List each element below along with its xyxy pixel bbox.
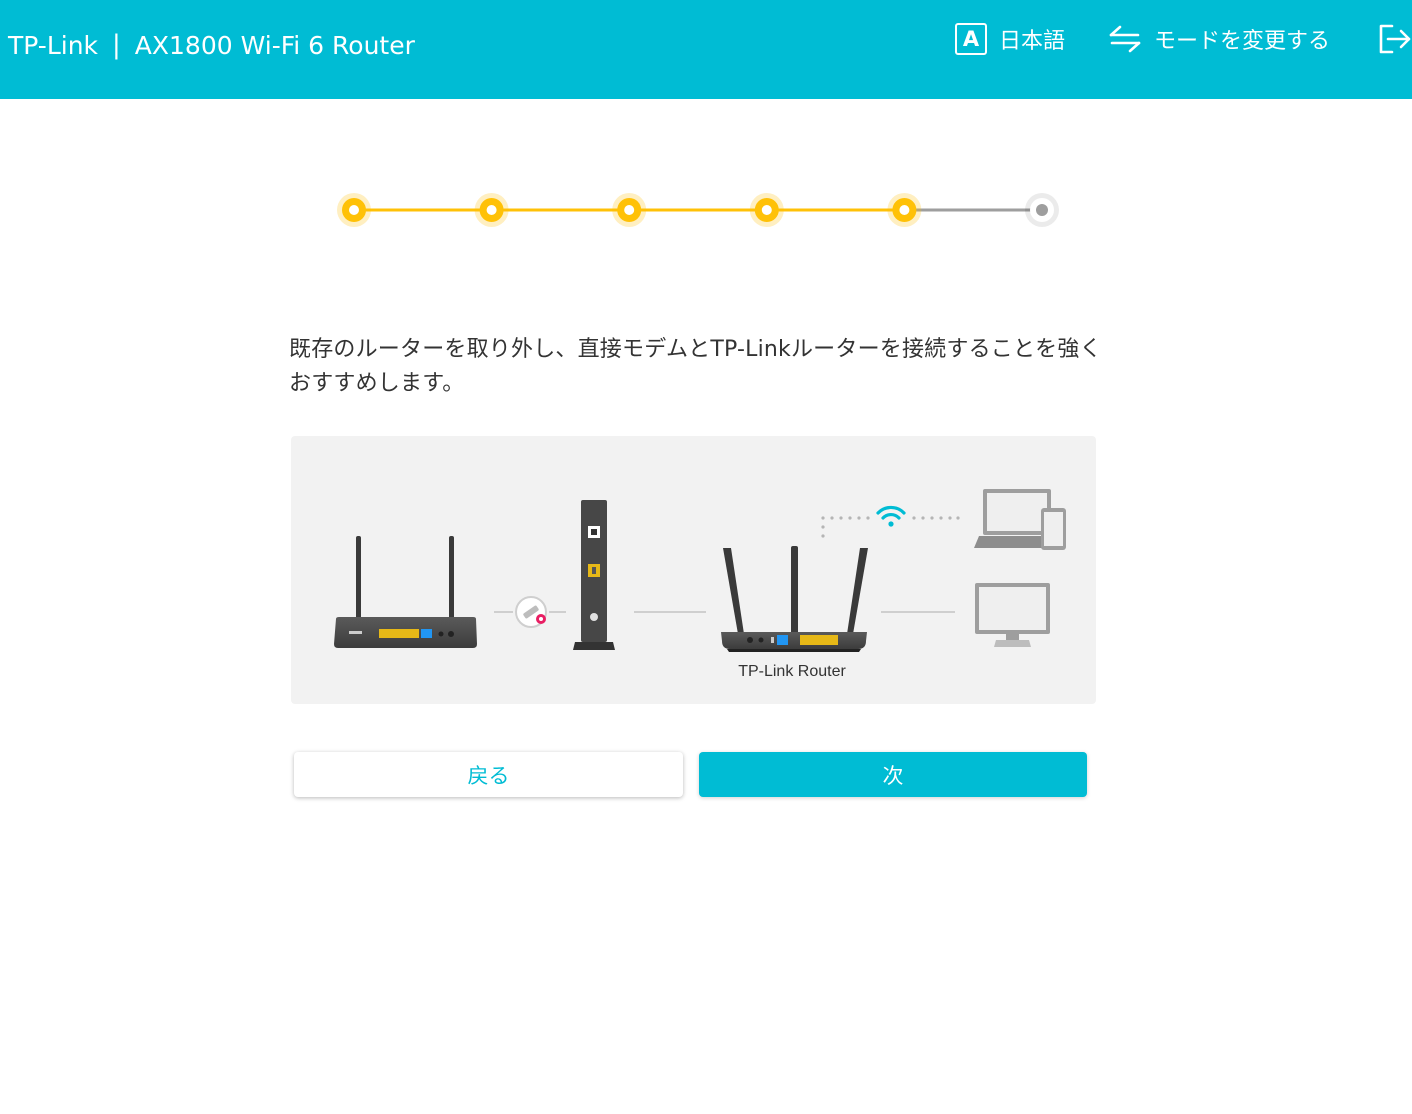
wifi-icon (876, 505, 906, 527)
top-header: TP-Link | AX1800 Wi-Fi 6 Router A 日本語 モー… (0, 0, 1412, 99)
swap-icon (1109, 25, 1141, 53)
brand-separator: | (112, 30, 121, 60)
old-router-icon (334, 536, 477, 648)
brand-title: TP-Link | AX1800 Wi-Fi 6 Router (8, 28, 415, 62)
change-mode-label: モードを変更する (1154, 29, 1331, 54)
step-complete (474, 193, 509, 227)
brand-name: TP-Link (8, 30, 99, 60)
back-button[interactable]: 戻る (294, 752, 683, 797)
language-selector[interactable]: A 日本語 (955, 20, 1065, 58)
instruction-message: 既存のルーターを取り外し、直接モデムとTP-Linkルーターを接続することを強く… (289, 337, 1102, 396)
connection-diagram: TP-Link Router (291, 436, 1096, 704)
modem-icon (573, 500, 615, 650)
step-complete (749, 193, 784, 227)
tp-link-router-label: TP-Link Router (738, 663, 846, 680)
language-icon: A (955, 23, 987, 55)
product-name: AX1800 Wi-Fi 6 Router (134, 30, 415, 60)
step-current (1025, 193, 1059, 227)
step-complete (612, 193, 647, 227)
logout-icon[interactable] (1376, 20, 1412, 58)
tp-link-router-icon (721, 546, 868, 652)
progress-stepper (337, 193, 1059, 227)
laptop-phone-icon (974, 489, 1066, 550)
step-complete (337, 193, 371, 227)
remove-icon (515, 596, 547, 628)
step-complete (887, 193, 922, 227)
wireless-link (821, 516, 960, 538)
next-button[interactable]: 次 (699, 752, 1087, 797)
change-mode-button[interactable]: モードを変更する (1108, 20, 1330, 58)
language-label: 日本語 (999, 29, 1066, 54)
desktop-monitor-icon (975, 583, 1050, 647)
